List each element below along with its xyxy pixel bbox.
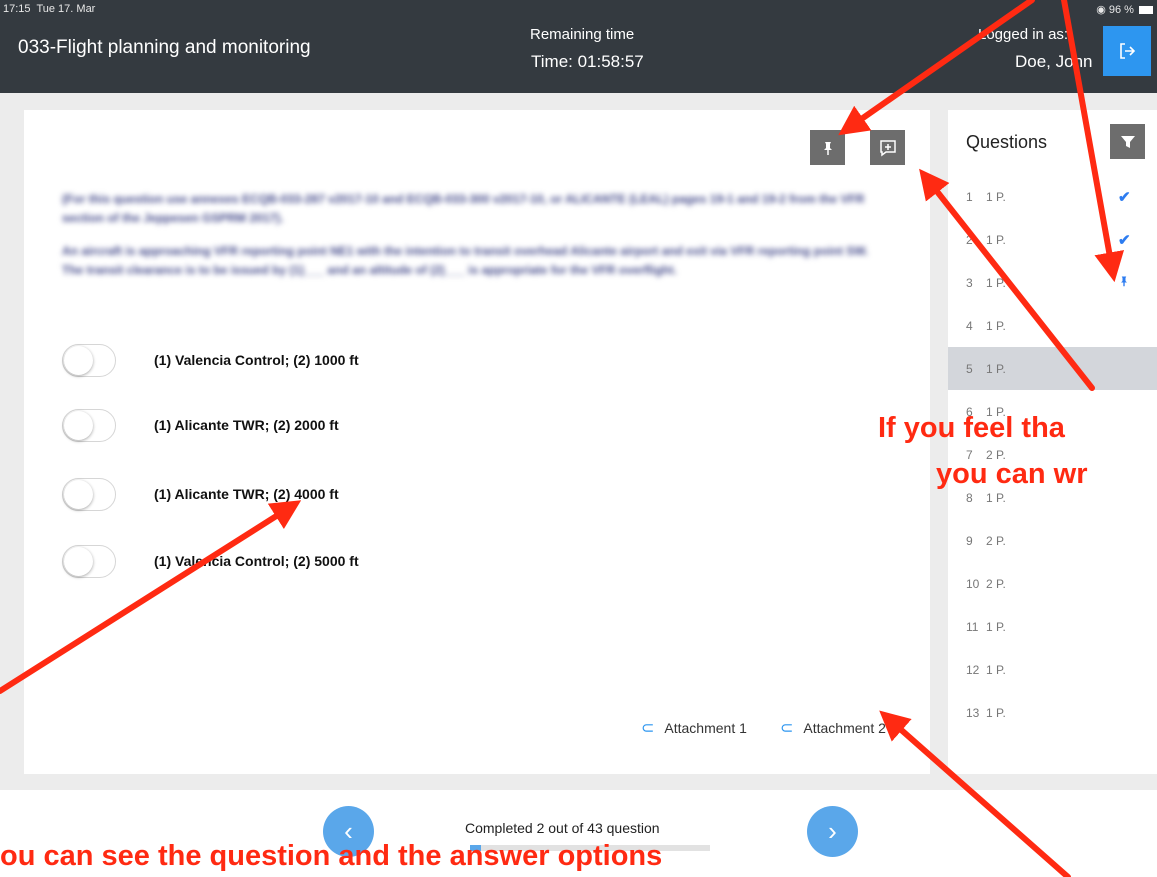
arrow-to-pinned-question xyxy=(1061,0,1125,283)
annotation-right-line-2: you can wr xyxy=(936,458,1088,490)
arrow-to-note-button xyxy=(919,168,1095,391)
annotation-bottom: ou can see the question and the answer o… xyxy=(0,840,663,872)
arrow-to-attachments xyxy=(879,710,1071,877)
arrow-to-pin-button xyxy=(838,0,1035,136)
annotation-right-line-1: If you feel tha xyxy=(878,412,1065,444)
arrow-to-answer-options xyxy=(0,500,302,694)
